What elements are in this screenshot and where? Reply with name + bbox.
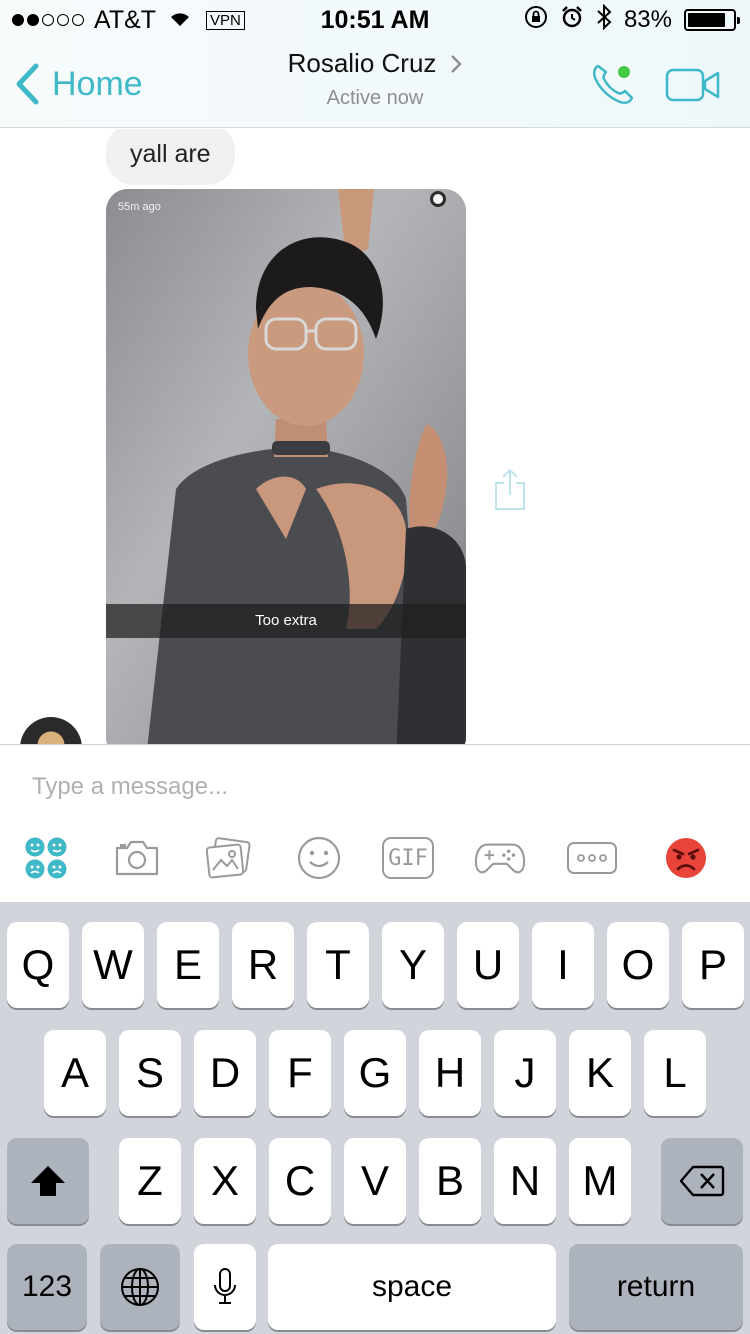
key-f[interactable]: F — [269, 1030, 331, 1116]
return-key[interactable]: return — [569, 1244, 743, 1330]
header: AT&T VPN 10:51 AM 83% Home Rosalio Cruz … — [0, 0, 750, 128]
stickers-button[interactable] — [20, 835, 72, 881]
status-bar: AT&T VPN 10:51 AM 83% — [0, 0, 750, 40]
dictation-key[interactable] — [194, 1244, 256, 1330]
battery-percent: 83% — [623, 6, 672, 33]
key-o[interactable]: O — [607, 922, 669, 1008]
emoji-button[interactable] — [293, 835, 345, 881]
gif-label: GIF — [388, 845, 428, 871]
backspace-icon — [679, 1165, 725, 1197]
snap-time-label: 55m ago — [118, 201, 161, 213]
camera-icon — [115, 840, 159, 876]
message-thread[interactable]: yall are 55m ago Too extra — [0, 129, 750, 744]
delete-key[interactable] — [661, 1138, 743, 1224]
message-input[interactable] — [32, 767, 722, 807]
more-button[interactable] — [566, 835, 618, 881]
numbers-key[interactable]: 123 — [7, 1244, 87, 1330]
more-icon — [567, 842, 617, 874]
key-x[interactable]: X — [194, 1138, 256, 1224]
battery-icon — [684, 9, 740, 31]
keyboard: Q W E R T Y U I O P A S D F G H J K L Z … — [0, 902, 750, 1334]
video-call-button[interactable] — [664, 66, 722, 104]
key-m[interactable]: M — [569, 1138, 631, 1224]
globe-icon — [121, 1268, 159, 1306]
avatar[interactable] — [20, 717, 82, 744]
bluetooth-icon — [596, 3, 612, 37]
key-s[interactable]: S — [119, 1030, 181, 1116]
key-j[interactable]: J — [494, 1030, 556, 1116]
gif-icon: GIF — [382, 837, 434, 879]
alarm-icon — [560, 5, 584, 36]
photo-gallery-button[interactable] — [202, 835, 254, 881]
phone-icon — [593, 64, 634, 105]
key-z[interactable]: Z — [119, 1138, 181, 1224]
key-q[interactable]: Q — [7, 922, 69, 1008]
key-r[interactable]: R — [232, 922, 294, 1008]
key-d[interactable]: D — [194, 1030, 256, 1116]
shift-arrow-icon — [31, 1166, 65, 1196]
stickers-icon — [25, 837, 67, 879]
photo-content — [106, 189, 466, 744]
emoji-icon — [297, 836, 341, 880]
key-l[interactable]: L — [644, 1030, 706, 1116]
key-k[interactable]: K — [569, 1030, 631, 1116]
key-p[interactable]: P — [682, 922, 744, 1008]
key-y[interactable]: Y — [382, 922, 444, 1008]
share-icon — [495, 468, 525, 510]
games-icon — [474, 843, 526, 874]
video-camera-icon — [665, 68, 720, 102]
chevron-right-icon — [451, 54, 463, 73]
key-v[interactable]: V — [344, 1138, 406, 1224]
camera-button[interactable] — [111, 835, 163, 881]
snap-timer-icon — [430, 191, 446, 207]
photo-caption: Too extra — [106, 604, 466, 638]
key-h[interactable]: H — [419, 1030, 481, 1116]
key-c[interactable]: C — [269, 1138, 331, 1224]
games-button[interactable] — [474, 835, 526, 881]
key-a[interactable]: A — [44, 1030, 106, 1116]
share-button[interactable] — [492, 467, 528, 511]
key-u[interactable]: U — [457, 922, 519, 1008]
shift-key[interactable] — [7, 1138, 89, 1224]
key-t[interactable]: T — [307, 922, 369, 1008]
orientation-lock-icon — [524, 5, 548, 36]
angry-face-emoji-icon — [666, 838, 706, 878]
key-i[interactable]: I — [532, 922, 594, 1008]
microphone-icon — [214, 1268, 236, 1304]
quick-emoji-button[interactable] — [660, 835, 712, 881]
voice-call-button[interactable] — [588, 60, 640, 108]
globe-key[interactable] — [100, 1244, 180, 1330]
composer: GIF — [0, 744, 750, 902]
key-b[interactable]: B — [419, 1138, 481, 1224]
key-w[interactable]: W — [82, 922, 144, 1008]
key-e[interactable]: E — [157, 922, 219, 1008]
photo-gallery-icon — [205, 837, 251, 879]
key-g[interactable]: G — [344, 1030, 406, 1116]
key-n[interactable]: N — [494, 1138, 556, 1224]
shared-photo[interactable]: 55m ago Too extra — [106, 189, 466, 744]
contact-name: Rosalio Cruz — [287, 48, 437, 78]
snap-time: 55m ago — [118, 193, 161, 214]
space-key[interactable]: space — [268, 1244, 556, 1330]
message-bubble[interactable]: yall are — [106, 129, 235, 185]
gif-button[interactable]: GIF — [382, 835, 434, 881]
